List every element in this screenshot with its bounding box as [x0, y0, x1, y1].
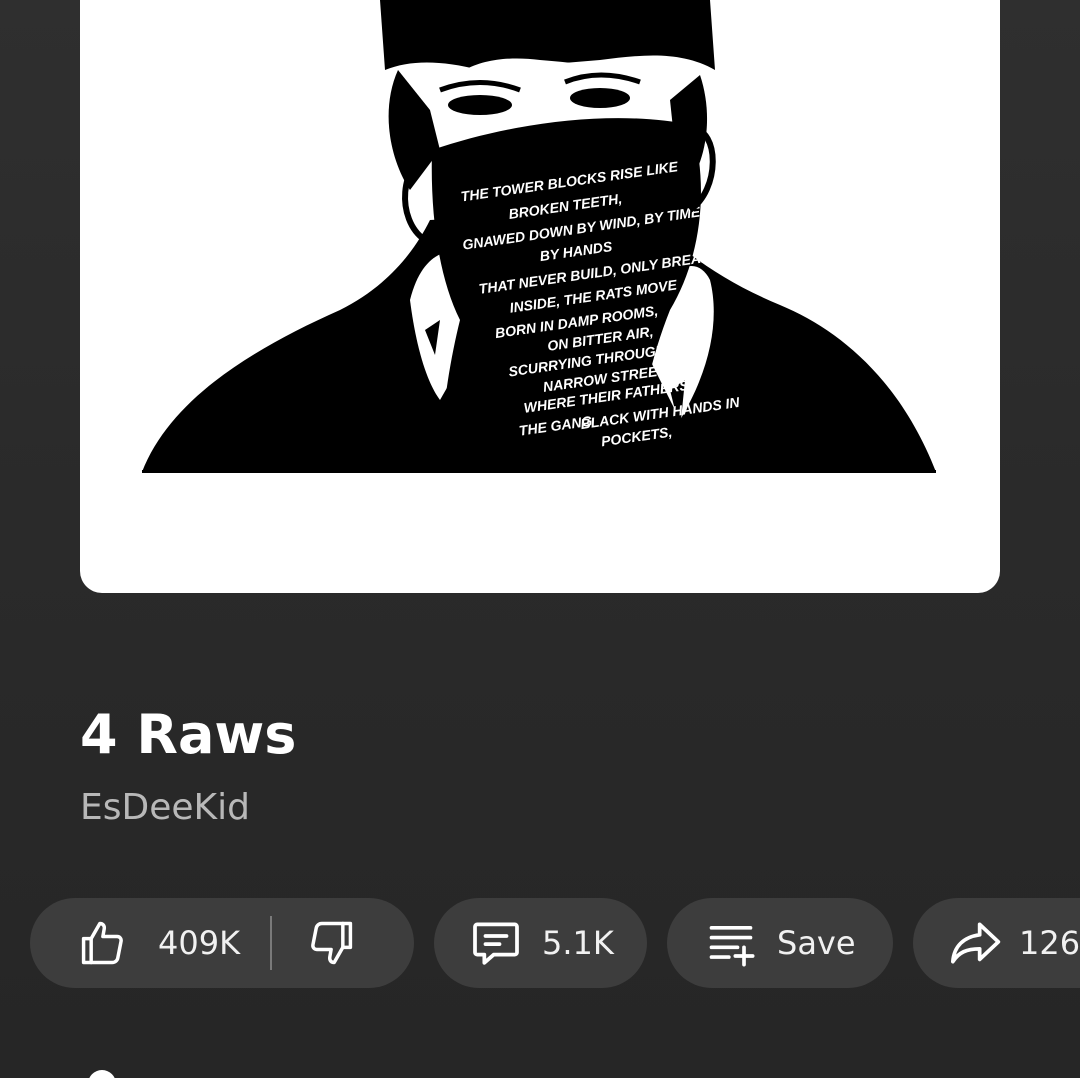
like-dislike-pill: 409K	[30, 898, 414, 988]
share-button[interactable]: 126K	[913, 898, 1080, 988]
track-title: 4 Raws	[80, 703, 297, 766]
thumbs-down-icon[interactable]	[306, 917, 358, 969]
like-count: 409K	[158, 924, 241, 962]
avatar[interactable]	[88, 1070, 116, 1078]
save-button[interactable]: Save	[667, 898, 893, 988]
action-bar: 409K 5.1K Save 126	[30, 898, 1080, 988]
comments-button[interactable]: 5.1K	[434, 898, 647, 988]
comment-count: 5.1K	[542, 924, 614, 962]
album-artwork[interactable]: THE TOWER BLOCKS RISE LIKE BROKEN TEETH,…	[80, 0, 1000, 593]
thumbs-up-icon	[76, 917, 128, 969]
save-label: Save	[777, 924, 856, 962]
share-count: 126K	[1019, 924, 1080, 962]
artwork-illustration: THE TOWER BLOCKS RISE LIKE BROKEN TEETH,…	[142, 0, 936, 473]
artist-name[interactable]: EsDeeKid	[80, 790, 250, 826]
like-divider	[270, 916, 273, 970]
now-playing-screen: THE TOWER BLOCKS RISE LIKE BROKEN TEETH,…	[0, 0, 1080, 1078]
playlist-add-icon	[705, 917, 757, 969]
comment-icon	[468, 915, 524, 971]
like-button[interactable]: 409K	[76, 898, 240, 988]
share-arrow-icon	[947, 915, 1003, 971]
